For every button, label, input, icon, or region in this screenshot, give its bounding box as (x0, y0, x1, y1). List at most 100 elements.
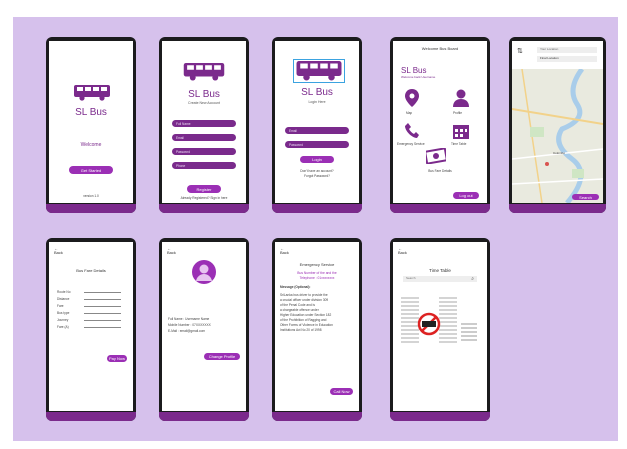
app-title: SL Bus (75, 107, 107, 118)
profile-mobile: Mobile Number : 07XXXXXXX (168, 323, 211, 327)
calendar-icon[interactable] (453, 123, 469, 139)
search-button[interactable]: Search (572, 194, 599, 200)
from-input[interactable]: Your Location (537, 47, 597, 53)
timetable-image (399, 294, 479, 354)
phone-timetable: ← Back Time Table Search ⌕ (390, 238, 490, 421)
nav-bar (390, 204, 490, 213)
bus-logo-icon (74, 85, 110, 101)
phone-icon[interactable] (405, 123, 419, 139)
profile-screen: ← Back Full Name : Username Name Mobile N… (162, 242, 246, 411)
profile-icon[interactable] (453, 89, 469, 107)
timetable-label: Time Table (451, 142, 467, 146)
search-icon[interactable]: ⌕ (471, 276, 474, 282)
route-switch-icon[interactable]: ⇅ (517, 47, 523, 55)
password-field[interactable]: Password (172, 148, 236, 155)
register-screen: SL Bus Create New Account Full Name Emai… (162, 41, 246, 203)
phone-profile: ← Back Full Name : Username Name Mobile N… (159, 238, 249, 421)
forgot-password-link[interactable]: Forgot Password? (275, 174, 359, 178)
search-input[interactable]: Search (403, 276, 477, 282)
phone-welcome: SL Bus Welcome Get Started version 1.0 (46, 37, 136, 213)
register-button[interactable]: Register (187, 185, 221, 193)
phone-register: SL Bus Create New Account Full Name Emai… (159, 37, 249, 213)
profile-label: Profile (453, 111, 463, 115)
back-button[interactable]: ← Back (280, 247, 289, 255)
password-field[interactable]: Password (285, 141, 349, 148)
fare-screen: ← Back Bus Fare Details Route No Distance… (49, 242, 133, 411)
fare-title: Bus Fare Details (76, 268, 106, 273)
map-screen: ⇅ Your Location Final Location Colombo S… (512, 41, 603, 203)
back-button[interactable]: ← Back (167, 247, 176, 255)
email-field[interactable]: Email (285, 127, 349, 134)
change-profile-button[interactable]: Change Profile (204, 353, 240, 360)
timetable-screen: ← Back Time Table Search ⌕ (393, 242, 487, 411)
nav-bar (159, 204, 249, 213)
emergency-heading-1: Bus Number of the and the (297, 271, 337, 275)
map-view[interactable] (512, 69, 603, 203)
fare-value-line (84, 313, 121, 314)
profile-email: E-Mail : email@gmail.com (168, 329, 206, 333)
message-line: Higher Education under Section 182 (280, 313, 332, 317)
message-line: Other Forms of Violence in Education (280, 323, 333, 327)
call-now-button[interactable]: Call Now (330, 388, 353, 395)
version-text: version 1.0 (83, 194, 99, 198)
map-pin-icon[interactable] (405, 89, 419, 107)
timetable-title: Time Table (429, 268, 451, 273)
message-line: Institutions Act No 20 of 1998 (280, 328, 322, 332)
phone-map: ⇅ Your Location Final Location Colombo S… (509, 37, 606, 213)
login-button[interactable]: Login (300, 156, 334, 163)
bus-logo-icon (293, 59, 345, 83)
app-title: SL Bus (188, 89, 220, 100)
message-line: a crucial officer under division 309 (280, 298, 329, 302)
phone-login: SL Bus Login Here Email Password Login D… (272, 37, 362, 213)
storyboard-canvas: SL Bus Welcome Get Started version 1.0 S… (13, 17, 618, 441)
message-label: Message (Optional): (280, 285, 311, 289)
login-screen: SL Bus Login Here Email Password Login D… (275, 41, 359, 203)
app-title: SL Bus (401, 66, 427, 75)
back-button[interactable]: ← Back (398, 247, 407, 255)
full-name-field[interactable]: Full Name (172, 120, 236, 127)
fare-label-0: Route No (57, 290, 71, 294)
message-line: of the Prohibition of Ragging and (280, 318, 327, 322)
phone-field[interactable]: Phone (172, 162, 236, 169)
signup-link[interactable]: Don't have an account? (275, 169, 359, 173)
phone-emergency: ← Back Emergency Service Bus Number of th… (272, 238, 362, 421)
top-panel (512, 41, 603, 69)
message-line: SriLanka bus driver to provide the (280, 293, 328, 297)
fare-label-4: Journey (57, 318, 69, 322)
nav-bar (159, 412, 249, 421)
route-label: Colombo (553, 151, 566, 155)
avatar (192, 260, 216, 284)
welcome-screen: SL Bus Welcome Get Started version 1.0 (49, 41, 133, 203)
emergency-label: Emergency Service (397, 142, 425, 146)
fare-value-line (84, 299, 121, 300)
subtitle: Welcome back Username (401, 75, 436, 79)
money-icon[interactable] (426, 148, 446, 164)
fare-label: Bus Fare Details (428, 169, 452, 173)
emergency-title: Emergency Service (299, 262, 335, 267)
fare-value-line (84, 320, 121, 321)
phone-fare: ← Back Bus Fare Details Route No Distance… (46, 238, 136, 421)
logout-button[interactable]: Log out (453, 192, 479, 199)
back-button[interactable]: ← Back (54, 247, 63, 255)
to-input[interactable]: Final Location (537, 56, 597, 62)
fare-value-line (84, 292, 121, 293)
pay-now-button[interactable]: Pay Now (107, 355, 127, 362)
message-line: a chargeable offence under (280, 308, 319, 312)
signin-link[interactable]: Already Registered? Sign in here (162, 196, 246, 200)
nav-bar (390, 412, 490, 421)
fare-label-2: Fare (57, 304, 64, 308)
message-line: of the Penal Code and is (280, 303, 315, 307)
phone-home: Welcome Bus Board SL Bus Welcome back Us… (390, 37, 490, 213)
get-started-button[interactable]: Get Started (69, 166, 113, 174)
email-field[interactable]: Email (172, 134, 236, 141)
nav-bar (509, 204, 606, 213)
map-label: Map (406, 111, 413, 115)
emergency-heading-2: Telephone : 01xxxxxxxx (299, 276, 335, 280)
profile-name: Full Name : Username Name (168, 317, 210, 321)
nav-bar (46, 204, 136, 213)
fare-label-1: Distance (57, 297, 70, 301)
bus-logo-icon (180, 63, 228, 81)
header-text: Welcome Bus Board (421, 46, 459, 51)
fare-value-line (84, 306, 121, 307)
nav-bar (46, 412, 136, 421)
